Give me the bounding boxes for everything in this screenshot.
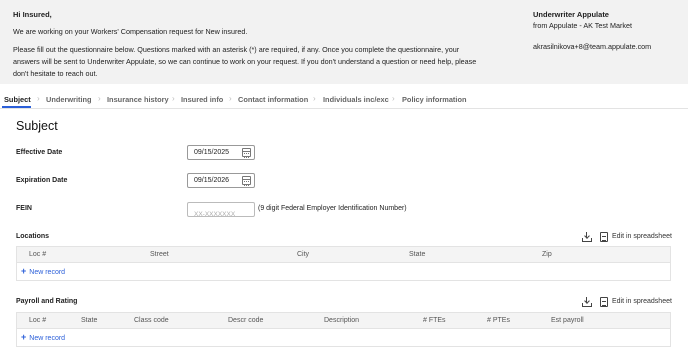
tab-subject[interactable]: Subject [4,95,31,104]
expiration-date-label: Expiration Date [16,177,68,184]
fein-label: FEIN [16,205,32,212]
grid-header: Loc # State Class code Descr code Descri… [17,313,670,329]
section-title: Subject [16,119,58,133]
column-header: City [297,251,310,258]
payroll-title: Payroll and Rating [16,298,78,305]
document-icon [600,232,608,242]
download-icon[interactable] [582,297,592,307]
fein-input[interactable] [188,208,254,221]
column-header: Descr code [228,317,264,324]
grid-header: Loc # Street City State Zip [17,247,670,263]
tab-individuals-inc-exc[interactable]: Individuals inc/exc [323,95,389,104]
document-icon [600,297,608,307]
download-icon[interactable] [582,232,592,242]
column-header: # PTEs [487,317,510,324]
tab-underwriting[interactable]: Underwriting [46,95,92,104]
new-record-button[interactable]: + New record [21,332,65,342]
info-banner: Hi Insured, We are working on your Worke… [0,0,688,84]
new-record-button[interactable]: + New record [21,266,65,276]
column-header: Est payroll [551,317,584,324]
chevron-right-icon: › [229,94,232,103]
tab-contact-information[interactable]: Contact information [238,95,308,104]
column-header: Loc # [29,317,47,324]
tab-policy-information[interactable]: Policy information [402,95,466,104]
column-header: # FTEs [423,317,446,324]
locations-grid: Loc # Street City State Zip + New record [16,246,671,281]
column-header: Street [150,251,169,258]
plus-icon: + [21,266,27,276]
column-header: Zip [542,251,552,258]
column-header: Loc # [29,251,47,258]
tab-bar: Subject › Underwriting › Insurance histo… [0,92,688,109]
tab-insured-info[interactable]: Insured info [181,95,223,104]
new-record-label: New record [29,269,66,276]
chevron-right-icon: › [172,94,175,103]
underwriter-email: akrasilnikova+8@team.appulate.com [533,42,652,51]
tab-insurance-history[interactable]: Insurance history [107,95,169,104]
expiration-date-value: 09/15/2026 [194,177,230,184]
effective-date-value: 09/15/2025 [194,149,230,156]
effective-date-label: Effective Date [16,149,63,156]
chevron-right-icon: › [392,94,395,103]
fein-field [187,202,255,221]
column-header: State [409,251,426,258]
chevron-right-icon: › [37,94,40,103]
column-header: Description [324,317,360,324]
chevron-right-icon: › [313,94,316,103]
fein-help-text: (9 digit Federal Employer Identification… [258,205,407,212]
locations-title: Locations [16,233,50,240]
edit-in-spreadsheet-link[interactable]: Edit in spreadsheet [612,298,672,305]
new-record-label: New record [29,335,66,342]
column-header: State [81,317,98,324]
active-tab-indicator [2,106,31,108]
plus-icon: + [21,332,27,342]
underwriter-name: Underwriter Appulate [533,10,609,19]
payroll-grid: Loc # State Class code Descr code Descri… [16,312,671,347]
effective-date-field[interactable]: 09/15/2025 [187,145,255,160]
chevron-right-icon: › [98,94,101,103]
edit-in-spreadsheet-link[interactable]: Edit in spreadsheet [612,233,672,240]
column-header: Class code [134,317,169,324]
greeting: Hi Insured, [13,10,52,19]
calendar-icon[interactable] [242,148,251,158]
expiration-date-field[interactable]: 09/15/2026 [187,173,255,188]
instructions-message: Please fill out the questionnaire below.… [13,45,477,78]
request-message: We are working on your Workers' Compensa… [13,27,248,36]
underwriter-company: from Appulate - AK Test Market [533,21,632,30]
calendar-icon[interactable] [242,176,251,186]
